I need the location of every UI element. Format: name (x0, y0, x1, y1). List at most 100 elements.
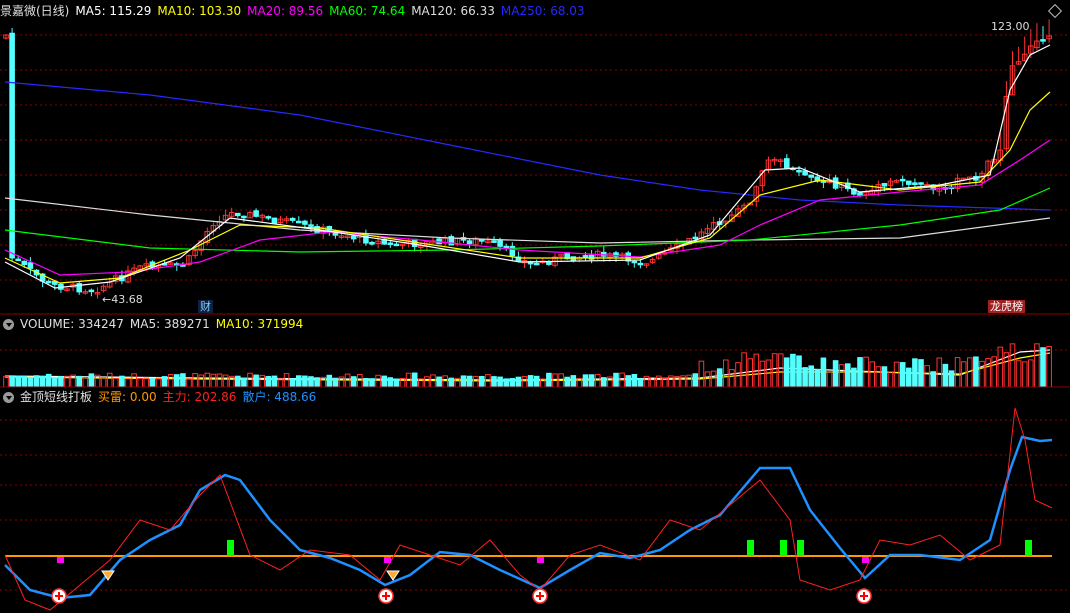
candle-body (21, 260, 28, 266)
candle-body (912, 182, 918, 186)
candle-body (15, 258, 21, 262)
volume-bar (912, 358, 918, 388)
high-price-label: 123.00 (991, 20, 1030, 33)
candle-body (533, 262, 540, 266)
volume-bar (582, 374, 589, 388)
volume-bar (533, 375, 540, 388)
candle-body (570, 256, 577, 262)
volume-bar (979, 360, 985, 388)
volume-bar (180, 373, 186, 388)
volume-bar (241, 377, 247, 388)
candle-body (302, 220, 308, 225)
candle-body (27, 262, 34, 269)
candle-body (271, 217, 278, 224)
volume-bar (710, 370, 717, 388)
volume-bar (954, 357, 961, 388)
volume-bar (814, 368, 821, 388)
volume-bar (9, 376, 15, 388)
candle-body (296, 220, 302, 224)
volume-bar (521, 376, 528, 388)
volume-bar (424, 376, 430, 388)
stock-chart[interactable] (0, 0, 1070, 613)
volume-bar (21, 375, 28, 388)
candle-body (308, 224, 314, 227)
volume-bar (15, 375, 21, 388)
candle-body (393, 243, 400, 247)
volume-bar (594, 373, 601, 388)
volume-bar (723, 359, 729, 388)
volume-bar (479, 375, 485, 388)
volume-bar (375, 374, 381, 388)
volume-bar (1021, 361, 1028, 388)
volume-bar (832, 360, 839, 388)
candle-body (235, 212, 241, 217)
volume-bar (546, 372, 552, 388)
volume-bar (942, 363, 949, 388)
volume-bar (857, 357, 863, 388)
volume-bar (442, 375, 448, 388)
volume-bar (357, 373, 363, 388)
signal-bar (797, 540, 804, 556)
volume-bar (875, 366, 882, 388)
dragon-tiger-flag[interactable]: 龙虎榜 (988, 300, 1025, 313)
volume-bar (491, 376, 497, 388)
volume-bar (802, 367, 808, 388)
volume-bar (332, 377, 339, 388)
volume-bar (45, 373, 52, 388)
volume-bar (680, 375, 686, 388)
volume-bar (698, 360, 705, 388)
finance-flag[interactable]: 财 (198, 300, 213, 313)
indicator-markers (51, 540, 1032, 604)
volume-bar (741, 352, 747, 388)
volume-bar (106, 372, 113, 388)
candle-body (45, 280, 52, 284)
volume-bar (747, 358, 754, 388)
volume-bar (39, 375, 46, 388)
volume-bar (88, 373, 95, 388)
volume-bar (924, 365, 930, 388)
volume-bar (289, 378, 296, 388)
signal-bar (780, 540, 787, 556)
volume-bar (460, 375, 467, 388)
candle-body (265, 216, 272, 219)
volume-bar (887, 371, 894, 388)
volume-bar (131, 373, 137, 388)
volume-bar (283, 373, 290, 388)
candle-body (899, 178, 906, 182)
volume-bar (296, 375, 302, 388)
volume-bar (363, 377, 369, 388)
candle-body (631, 260, 638, 264)
volume-bar (174, 374, 180, 388)
volume-bar (637, 378, 644, 388)
volume-bar (497, 376, 503, 388)
signal-square (384, 557, 391, 563)
candle-body (808, 174, 815, 178)
volume-bar (1040, 347, 1046, 388)
diamond-icon (386, 570, 400, 581)
volume-bar (466, 375, 473, 388)
volume-bar (259, 374, 265, 388)
ma60-line (4, 187, 1051, 253)
volume-bar (308, 376, 314, 388)
signal-square (537, 557, 544, 563)
volume-bar (76, 375, 83, 388)
volume-bar (985, 358, 991, 388)
signal-bar (227, 540, 234, 556)
volume-bar (625, 375, 632, 388)
candle-body (503, 245, 509, 249)
volume-bar (869, 361, 876, 388)
volume-bar (771, 353, 778, 388)
candle-body (906, 180, 912, 185)
candle-body (491, 240, 497, 243)
volume-bar (369, 378, 375, 388)
volume-bar (253, 374, 259, 388)
volume-bar (1028, 359, 1034, 388)
volume-bar (100, 377, 107, 388)
volume-bar (729, 369, 735, 388)
volume-bar (27, 377, 34, 388)
candle-body (363, 234, 369, 244)
volume-bar (350, 376, 357, 388)
volume-bar (906, 367, 912, 388)
volume-bar (58, 376, 64, 388)
ma10-line (4, 91, 1051, 284)
